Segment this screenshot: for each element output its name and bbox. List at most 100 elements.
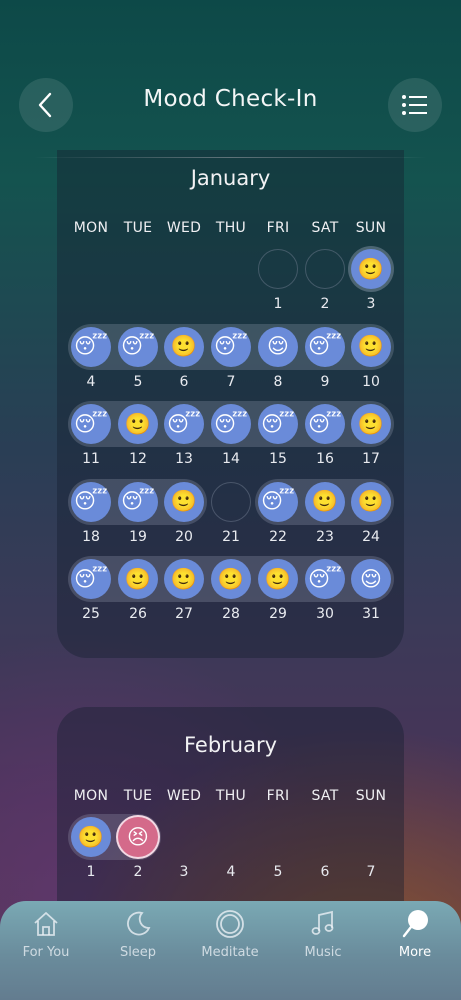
day-number: 23 — [316, 528, 334, 545]
day-number: 29 — [269, 606, 287, 622]
day-number: 21 — [222, 528, 240, 545]
day-number: 7 — [366, 864, 376, 880]
day-number: 5 — [273, 864, 283, 880]
mood-sleepy-icon[interactable]: 😴 — [118, 326, 158, 367]
tab-meditate[interactable]: Meditate — [184, 901, 276, 1000]
mood-happy-icon[interactable]: 🙂 — [164, 326, 204, 367]
mood-happy-icon[interactable]: 🙂 — [351, 404, 391, 444]
mood-sleepy-icon[interactable]: 😴 — [71, 481, 111, 522]
day-number: 25 — [82, 606, 100, 622]
mood-sleepy-icon[interactable]: 😴 — [305, 326, 345, 367]
tab-bar: For You Sleep Meditate Music More — [0, 901, 461, 1000]
mood-sleepy-icon[interactable]: 😴 — [71, 559, 111, 599]
mood-confounded-icon[interactable]: 😣 — [118, 817, 158, 857]
day-number: 11 — [82, 451, 100, 467]
day-number: 5 — [133, 373, 143, 390]
day-number: 20 — [175, 528, 193, 545]
day-empty-circle[interactable] — [211, 481, 251, 522]
weekday-label: FRI — [266, 788, 290, 804]
mood-relieved-icon[interactable]: 😌 — [258, 326, 298, 367]
tab-music[interactable]: Music — [277, 901, 369, 1000]
day-number: 19 — [129, 528, 147, 545]
circle-icon — [213, 907, 247, 941]
day-number: 18 — [82, 528, 100, 545]
day-number: 27 — [175, 606, 193, 622]
day-number: 3 — [179, 864, 189, 880]
day-number: 9 — [320, 373, 330, 390]
weekday-label: SUN — [355, 788, 387, 804]
day-number: 31 — [362, 606, 380, 622]
day-number: 22 — [269, 528, 287, 545]
weekday-label: MON — [73, 788, 109, 804]
weekday-label: MON — [73, 220, 109, 236]
mood-happy-icon[interactable]: 🙂 — [118, 404, 158, 444]
day-number: 15 — [269, 451, 287, 467]
weekday-label: WED — [166, 788, 202, 804]
day-number: 6 — [320, 864, 330, 880]
header: Mood Check-In — [0, 0, 461, 160]
mood-happy-icon[interactable]: 🙂 — [211, 559, 251, 599]
day-number: 2 — [320, 296, 330, 312]
search-bubble-icon — [398, 907, 432, 941]
month-card-january: January MON TUE WED THU FRI SAT SUN 1 2 🙂 3 😴 4 😴 5 🙂 6 😴… — [57, 150, 404, 658]
tab-sleep[interactable]: Sleep — [92, 901, 184, 1000]
weekday-label: THU — [215, 788, 247, 804]
moon-icon — [121, 907, 155, 941]
mood-sleepy-icon[interactable]: 😴 — [211, 404, 251, 444]
day-number: 24 — [362, 528, 380, 545]
mood-sleepy-icon[interactable]: 😴 — [71, 404, 111, 444]
mood-sleepy-icon[interactable]: 😴 — [71, 326, 111, 367]
mood-happy-icon[interactable]: 🙂 — [258, 559, 298, 599]
house-icon — [29, 907, 63, 941]
day-number: 7 — [226, 373, 236, 390]
day-number: 10 — [362, 373, 380, 390]
mood-happy-icon[interactable]: 🙂 — [351, 481, 391, 522]
mood-happy-icon[interactable]: 🙂 — [71, 817, 111, 857]
weekday-label: WED — [166, 220, 202, 236]
day-number: 17 — [362, 451, 380, 467]
mood-sleepy-icon[interactable]: 😴 — [258, 404, 298, 444]
month-title: February — [183, 733, 278, 757]
mood-relieved-icon[interactable]: 😌 — [351, 559, 391, 599]
day-number: 14 — [222, 451, 240, 467]
tab-more[interactable]: More — [369, 901, 461, 1000]
day-empty-circle[interactable] — [305, 249, 345, 289]
weekday-label: THU — [215, 220, 247, 236]
mood-happy-icon[interactable]: 🙂 — [164, 559, 204, 599]
day-number: 1 — [273, 296, 283, 312]
weekday-label: FRI — [266, 220, 290, 236]
day-number: 12 — [129, 451, 147, 467]
day-number: 28 — [222, 606, 240, 622]
mood-sleepy-icon[interactable]: 😴 — [118, 481, 158, 522]
day-number: 13 — [175, 451, 193, 467]
mood-happy-icon[interactable]: 🙂 — [164, 481, 204, 522]
mood-sleepy-icon[interactable]: 😴 — [211, 326, 251, 367]
mood-happy-icon[interactable]: 🙂 — [118, 559, 158, 599]
tab-label: Meditate — [201, 945, 259, 960]
list-button[interactable] — [388, 78, 442, 132]
day-number: 8 — [273, 373, 283, 390]
tab-label: Music — [304, 945, 342, 960]
mood-happy-icon[interactable]: 🙂 — [351, 326, 391, 367]
mood-sleepy-icon[interactable]: 😴 — [305, 404, 345, 444]
month-title: January — [190, 166, 271, 190]
day-number: 16 — [316, 451, 334, 467]
day-number: 4 — [86, 373, 96, 390]
mood-happy-icon[interactable]: 🙂 — [351, 249, 391, 289]
tab-label: More — [398, 945, 432, 960]
day-number: 26 — [129, 606, 147, 622]
day-number: 30 — [316, 606, 334, 622]
list-icon — [402, 95, 427, 115]
tab-label: Sleep — [119, 945, 157, 960]
mood-happy-icon[interactable]: 🙂 — [305, 481, 345, 522]
day-number: 1 — [86, 864, 96, 880]
day-number: 6 — [179, 373, 189, 390]
music-note-icon — [306, 907, 340, 941]
day-empty-circle[interactable] — [258, 249, 298, 289]
tab-label: For You — [22, 945, 70, 960]
mood-sleepy-icon[interactable]: 😴 — [164, 404, 204, 444]
tab-for-you[interactable]: For You — [0, 901, 92, 1000]
day-number: 4 — [226, 864, 236, 880]
mood-sleepy-icon[interactable]: 😴 — [305, 559, 345, 599]
mood-sleepy-icon[interactable]: 😴 — [258, 481, 298, 522]
